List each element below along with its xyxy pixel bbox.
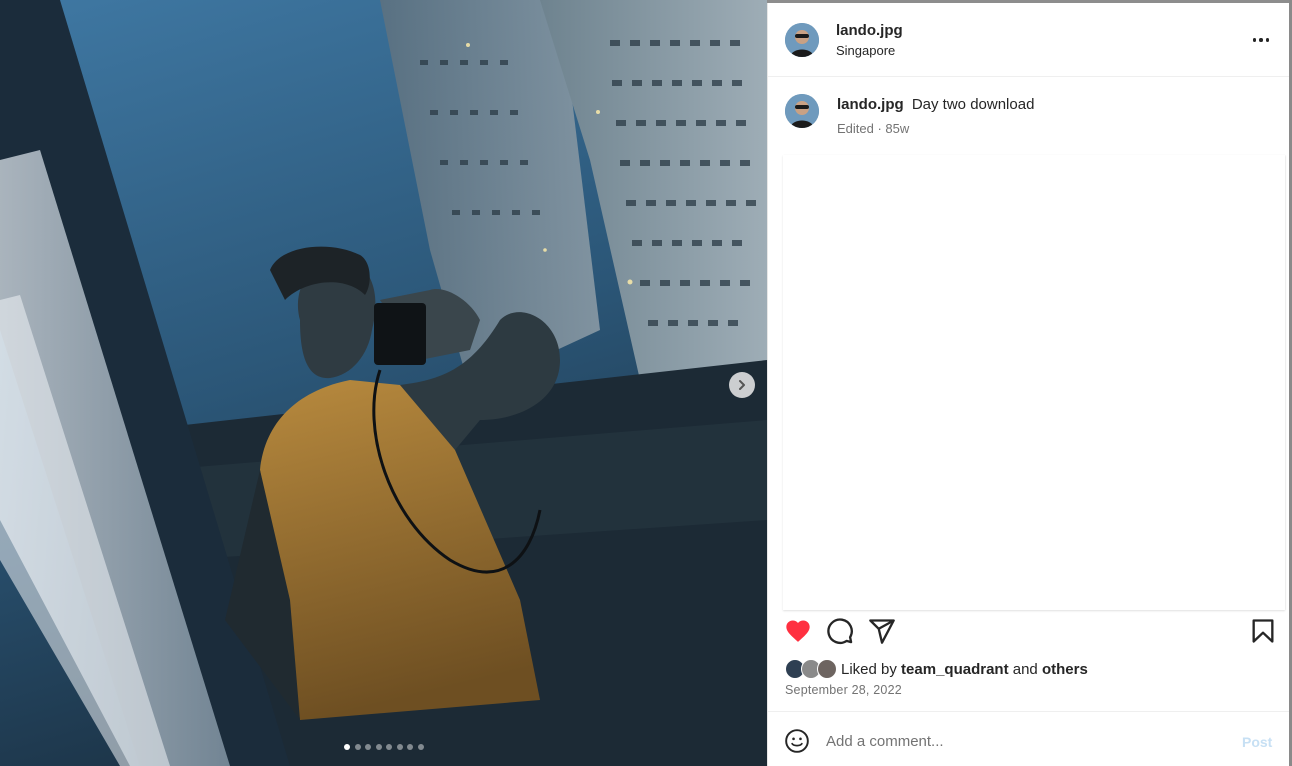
avatar[interactable] bbox=[785, 23, 819, 57]
post-author-username[interactable]: lando.jpg bbox=[836, 22, 903, 39]
caption-body: Day two download bbox=[911, 96, 1035, 113]
like-button[interactable] bbox=[784, 617, 812, 645]
carousel-dot bbox=[396, 744, 403, 750]
comments-list[interactable] bbox=[783, 155, 1285, 610]
more-options-button[interactable] bbox=[1250, 29, 1272, 51]
liker-avatars bbox=[785, 659, 839, 679]
carousel-dot bbox=[386, 744, 392, 750]
avatar-image bbox=[785, 23, 819, 57]
save-button[interactable] bbox=[1249, 617, 1277, 645]
post-detail-panel: lando.jpg Singapore lando.jpg Day two do… bbox=[767, 3, 1289, 766]
comment-icon bbox=[827, 618, 853, 644]
likes-summary[interactable]: Liked by team_quadrant and others bbox=[785, 658, 1088, 680]
post-comment-button[interactable]: Post bbox=[1242, 734, 1272, 750]
liker-username[interactable]: team_quadrant bbox=[901, 661, 1009, 678]
chevron-right-icon bbox=[739, 380, 745, 390]
comment-button[interactable] bbox=[826, 617, 854, 645]
carousel-dot bbox=[344, 744, 350, 750]
carousel-dot bbox=[375, 744, 382, 750]
post-actions bbox=[768, 613, 1289, 649]
photo-scene bbox=[0, 0, 767, 766]
bookmark-icon bbox=[1252, 619, 1274, 643]
comment-input[interactable] bbox=[826, 726, 1226, 756]
likes-prefix: Liked by bbox=[841, 660, 897, 678]
carousel-indicator bbox=[344, 744, 424, 750]
carousel-next-button[interactable] bbox=[729, 372, 755, 398]
caption-text: lando.jpg Day two download bbox=[837, 96, 1034, 113]
avatar bbox=[817, 659, 837, 679]
avatar-image bbox=[785, 94, 819, 128]
share-button[interactable] bbox=[868, 617, 896, 645]
carousel-dot bbox=[365, 744, 371, 750]
carousel-dot bbox=[354, 744, 361, 750]
post-photo[interactable] bbox=[0, 0, 767, 766]
post-caption: lando.jpg Day two download Edited · 85w bbox=[768, 77, 1289, 155]
more-options-icon bbox=[1252, 38, 1257, 42]
comment-bar: Post bbox=[768, 711, 1289, 766]
likes-and: and bbox=[1012, 660, 1038, 678]
caption-author-username[interactable]: lando.jpg bbox=[837, 96, 904, 113]
carousel-dot bbox=[417, 744, 424, 750]
avatar[interactable] bbox=[785, 94, 819, 128]
share-icon bbox=[869, 619, 895, 644]
caption-meta: Edited · 85w bbox=[837, 121, 910, 136]
emoji-button[interactable] bbox=[784, 728, 810, 754]
post-header: lando.jpg Singapore bbox=[768, 3, 1289, 77]
carousel-dot bbox=[407, 744, 413, 750]
post-date[interactable]: September 28, 2022 bbox=[785, 683, 902, 697]
post-location[interactable]: Singapore bbox=[836, 43, 895, 58]
emoji-icon bbox=[785, 729, 809, 753]
heart-icon bbox=[786, 620, 810, 642]
likes-text: Liked by team_quadrant and others bbox=[841, 661, 1088, 678]
likes-others-link[interactable]: others bbox=[1042, 661, 1088, 678]
